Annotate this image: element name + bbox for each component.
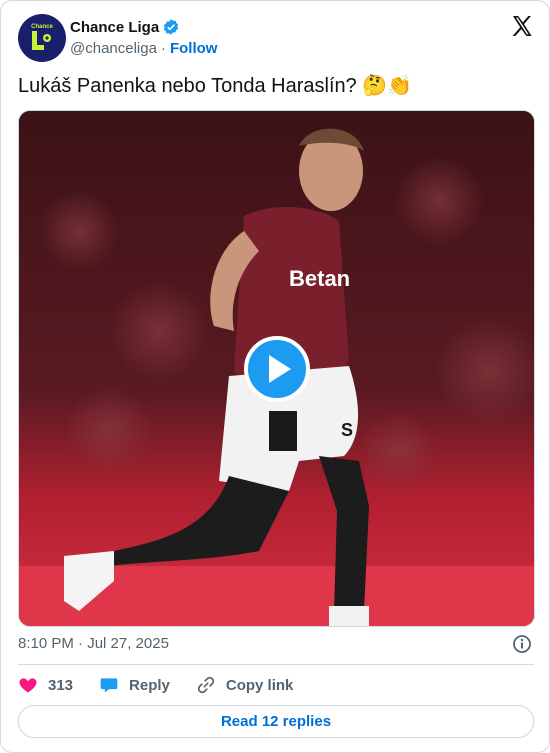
- x-logo-icon[interactable]: [510, 14, 534, 38]
- reply-bubble-icon: [100, 678, 118, 693]
- handle-row: @chanceliga · Follow: [70, 40, 217, 57]
- copy-link-action[interactable]: Copy link: [196, 675, 294, 695]
- reply-label: Reply: [129, 676, 170, 694]
- reply-action[interactable]: Reply: [99, 675, 170, 695]
- read-replies-button[interactable]: Read 12 replies: [18, 705, 534, 738]
- like-count: 313: [48, 676, 74, 694]
- play-button-icon[interactable]: [244, 336, 310, 402]
- account-handle[interactable]: @chanceliga: [70, 40, 157, 57]
- action-bar: 313 Reply Copy link: [18, 674, 319, 696]
- shorts-text: S: [341, 420, 353, 440]
- like-action[interactable]: 313: [18, 675, 73, 695]
- heart-icon: [19, 678, 37, 693]
- tweet-timestamp[interactable]: 8:10 PM · Jul 27, 2025: [18, 635, 169, 652]
- info-icon[interactable]: [512, 634, 532, 654]
- verified-badge-icon: [162, 18, 180, 36]
- avatar-brand-text: Chance: [31, 24, 53, 30]
- name-row: Chance Liga: [70, 17, 180, 37]
- separator-dot: ·: [160, 40, 166, 57]
- divider: [18, 664, 534, 665]
- link-icon: [197, 676, 214, 694]
- league-logo-icon: [32, 31, 51, 50]
- follow-button[interactable]: Follow: [170, 40, 218, 57]
- tweet-header: Chance Chance Liga @chanceliga · Follow: [18, 14, 534, 62]
- embedded-tweet-card: Chance Chance Liga @chanceliga · Follow: [0, 0, 550, 753]
- avatar[interactable]: Chance: [18, 14, 66, 62]
- jersey-text: Betan: [289, 266, 350, 291]
- tweet-text: Lukáš Panenka nebo Tonda Haraslín? 🤔👏: [18, 75, 413, 97]
- display-name[interactable]: Chance Liga: [70, 19, 159, 36]
- video-thumbnail[interactable]: Betan S: [18, 110, 535, 627]
- copy-link-label: Copy link: [225, 676, 294, 694]
